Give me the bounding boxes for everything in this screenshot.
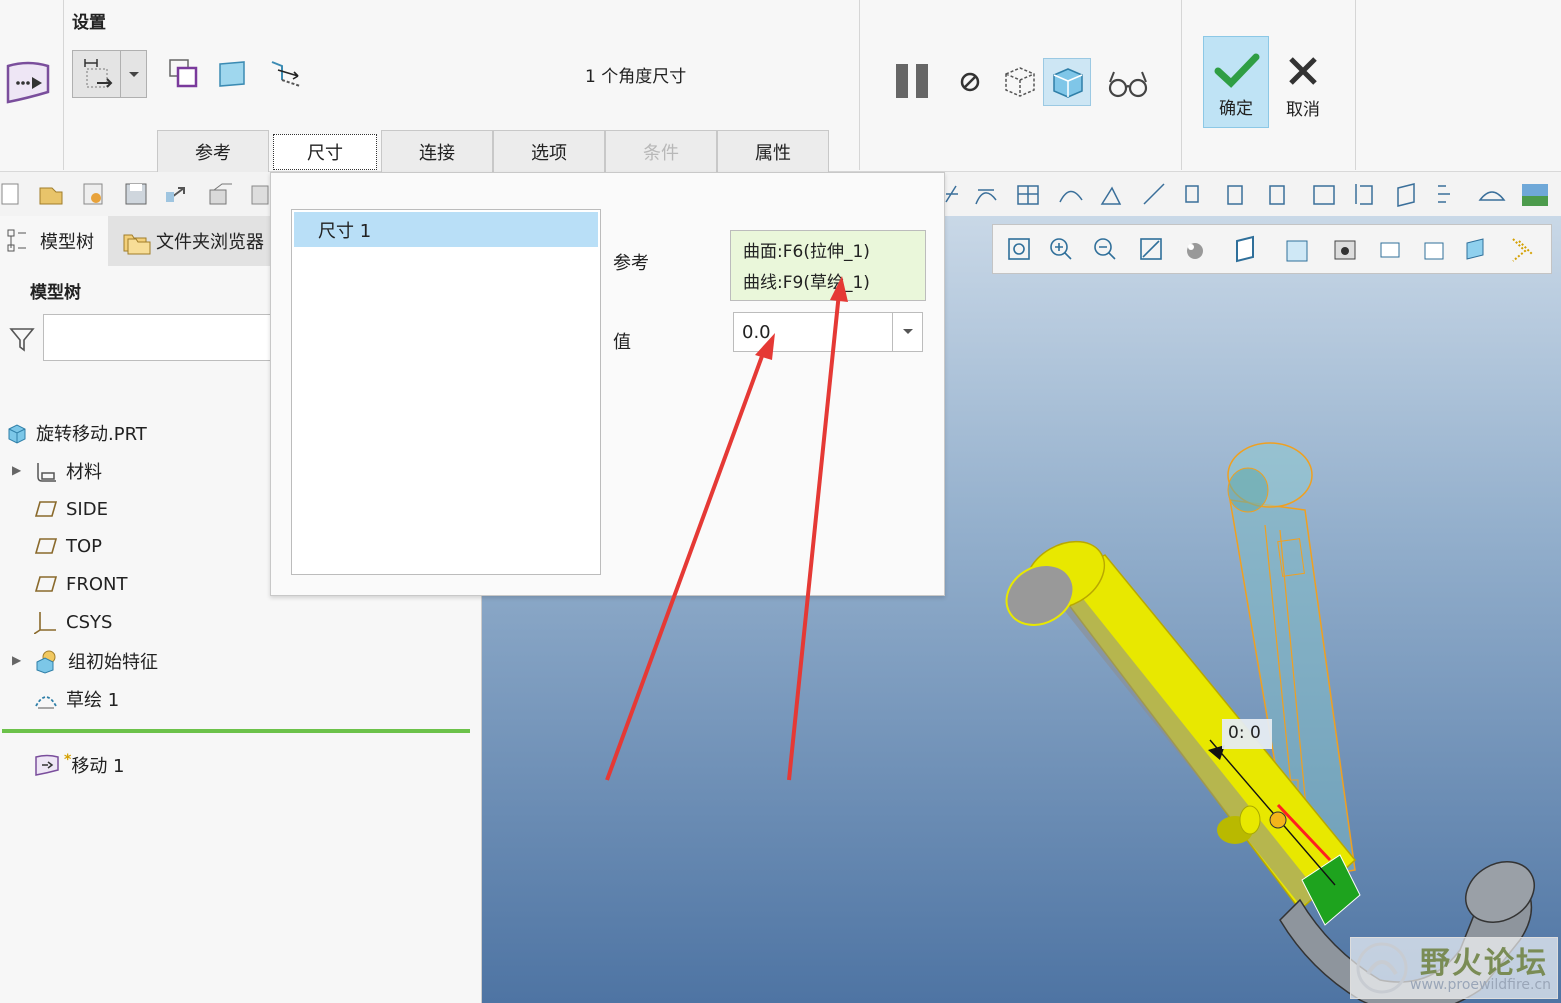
datum-plane-icon bbox=[34, 501, 58, 517]
value-label: 值 bbox=[613, 332, 631, 353]
tab-model-tree-label: 模型树 bbox=[40, 232, 94, 253]
part-icon bbox=[8, 424, 26, 444]
sketch-icon bbox=[35, 696, 57, 709]
tree-item-group[interactable]: 组初始特征 bbox=[34, 644, 158, 678]
new-feature-marker: * bbox=[64, 752, 72, 768]
file-tools-icon[interactable] bbox=[0, 180, 270, 208]
tab-folder-browser[interactable]: 文件夹浏览器 bbox=[108, 216, 270, 266]
no-preview-icon[interactable] bbox=[950, 58, 998, 106]
surface-face-icon[interactable] bbox=[214, 56, 250, 92]
ribbon-tabs: 参考 尺寸 连接 选项 条件 属性 bbox=[157, 130, 829, 172]
watermark-logo-icon bbox=[1356, 942, 1408, 994]
ok-label: 确定 bbox=[1219, 99, 1253, 119]
folder-icon bbox=[123, 234, 151, 255]
verify-glasses-icon[interactable] bbox=[1104, 60, 1152, 108]
chevron-down-icon bbox=[903, 329, 913, 334]
tree-item-label: 组初始特征 bbox=[68, 652, 158, 673]
tree-item-part[interactable]: 旋转移动.PRT bbox=[6, 416, 147, 450]
tree-search-input[interactable] bbox=[43, 314, 283, 361]
reference-collector[interactable]: 曲面:F6(拉伸_1) 曲线:F9(草绘_1) bbox=[730, 230, 926, 301]
panel-tabs: 模型树 文件夹浏览器 bbox=[0, 216, 270, 266]
view-toolbar bbox=[992, 224, 1552, 274]
dimension-count-label: 1 个角度尺寸 bbox=[585, 67, 687, 87]
tab-options[interactable]: 选项 bbox=[493, 130, 605, 172]
3d-part-model[interactable] bbox=[980, 430, 1561, 1003]
view-tools-icon[interactable] bbox=[993, 225, 1553, 275]
tree-item-label: SIDE bbox=[66, 498, 108, 520]
tab-connect[interactable]: 连接 bbox=[381, 130, 493, 172]
tab-conditions: 条件 bbox=[605, 130, 717, 172]
curve-reference-icon[interactable] bbox=[268, 56, 304, 92]
preview-solid-icon bbox=[1053, 68, 1083, 98]
settings-group-label: 设置 bbox=[72, 13, 106, 33]
tree-icon bbox=[7, 229, 26, 252]
tree-item-label: 移动 1 bbox=[71, 756, 125, 777]
tree-item-label: CSYS bbox=[66, 611, 113, 633]
geometry-preview-toggle[interactable] bbox=[1043, 58, 1091, 106]
tree-item-material[interactable]: 材料 bbox=[34, 454, 102, 488]
distance-dimension-icon bbox=[84, 59, 113, 88]
tab-model-tree[interactable]: 模型树 bbox=[0, 216, 106, 266]
reference-item[interactable]: 曲面:F6(拉伸_1) bbox=[743, 237, 913, 268]
preview-wireframe-icon[interactable] bbox=[996, 58, 1044, 106]
watermark-url: www.proewildfire.cn bbox=[1410, 977, 1552, 993]
tree-item-side[interactable]: SIDE bbox=[34, 492, 108, 526]
dimension-list-item[interactable]: 尺寸 1 bbox=[294, 212, 598, 247]
reference-label: 参考 bbox=[613, 253, 649, 274]
pause-icon[interactable] bbox=[890, 58, 938, 106]
offset-surface-icon[interactable] bbox=[166, 56, 202, 92]
dimension-list[interactable] bbox=[291, 209, 601, 575]
tab-properties[interactable]: 属性 bbox=[717, 130, 829, 172]
material-icon bbox=[37, 463, 56, 482]
tree-item-sketch[interactable]: 草绘 1 bbox=[34, 682, 119, 716]
chevron-down-icon[interactable] bbox=[120, 51, 146, 97]
insert-here-line[interactable] bbox=[2, 729, 470, 733]
tree-item-label: TOP bbox=[66, 535, 103, 557]
tab-references[interactable]: 参考 bbox=[157, 130, 269, 172]
graphics-toolbar bbox=[944, 172, 1561, 216]
group-icon bbox=[36, 650, 56, 674]
tab-dimensions[interactable]: 尺寸 bbox=[273, 134, 377, 170]
ok-button[interactable]: 确定 bbox=[1203, 36, 1269, 128]
move-feature-icon bbox=[35, 754, 59, 776]
viewport-dimension-label[interactable]: 0: 0 bbox=[1228, 723, 1261, 743]
cancel-label: 取消 bbox=[1286, 100, 1320, 120]
filter-icon[interactable] bbox=[8, 324, 36, 352]
move-type-dropdown[interactable] bbox=[72, 50, 147, 98]
tree-item-label: 旋转移动.PRT bbox=[36, 424, 147, 445]
tree-item-label: FRONT bbox=[66, 573, 128, 595]
datum-plane-icon bbox=[34, 576, 58, 592]
tree-item-move[interactable]: * 移动 1 bbox=[34, 748, 125, 782]
reference-item[interactable]: 曲线:F9(草绘_1) bbox=[743, 268, 913, 299]
cancel-button[interactable]: 取消 bbox=[1272, 36, 1334, 128]
tree-item-front[interactable]: FRONT bbox=[34, 567, 128, 601]
expand-arrow-icon[interactable]: ▶ bbox=[12, 653, 21, 667]
checkmark-icon bbox=[1214, 53, 1260, 88]
csys-icon bbox=[34, 612, 56, 634]
tab-folder-browser-label: 文件夹浏览器 bbox=[156, 232, 264, 253]
datum-plane-icon bbox=[34, 538, 58, 554]
analysis-tools-icon[interactable] bbox=[944, 180, 1561, 210]
move-feature-icon bbox=[6, 61, 50, 104]
expand-arrow-icon[interactable]: ▶ bbox=[12, 463, 21, 477]
value-input[interactable]: 0.0 bbox=[742, 322, 771, 343]
value-dropdown-button[interactable] bbox=[892, 313, 922, 351]
tree-item-csys[interactable]: CSYS bbox=[34, 605, 112, 639]
tree-item-label: 材料 bbox=[66, 462, 102, 483]
close-icon bbox=[1289, 57, 1317, 85]
model-tree-title: 模型树 bbox=[30, 283, 81, 303]
quick-access-toolbar bbox=[0, 172, 270, 216]
tree-item-top[interactable]: TOP bbox=[34, 529, 102, 563]
watermark-title: 野火论坛 bbox=[1420, 946, 1548, 981]
tree-item-label: 草绘 1 bbox=[66, 690, 120, 711]
